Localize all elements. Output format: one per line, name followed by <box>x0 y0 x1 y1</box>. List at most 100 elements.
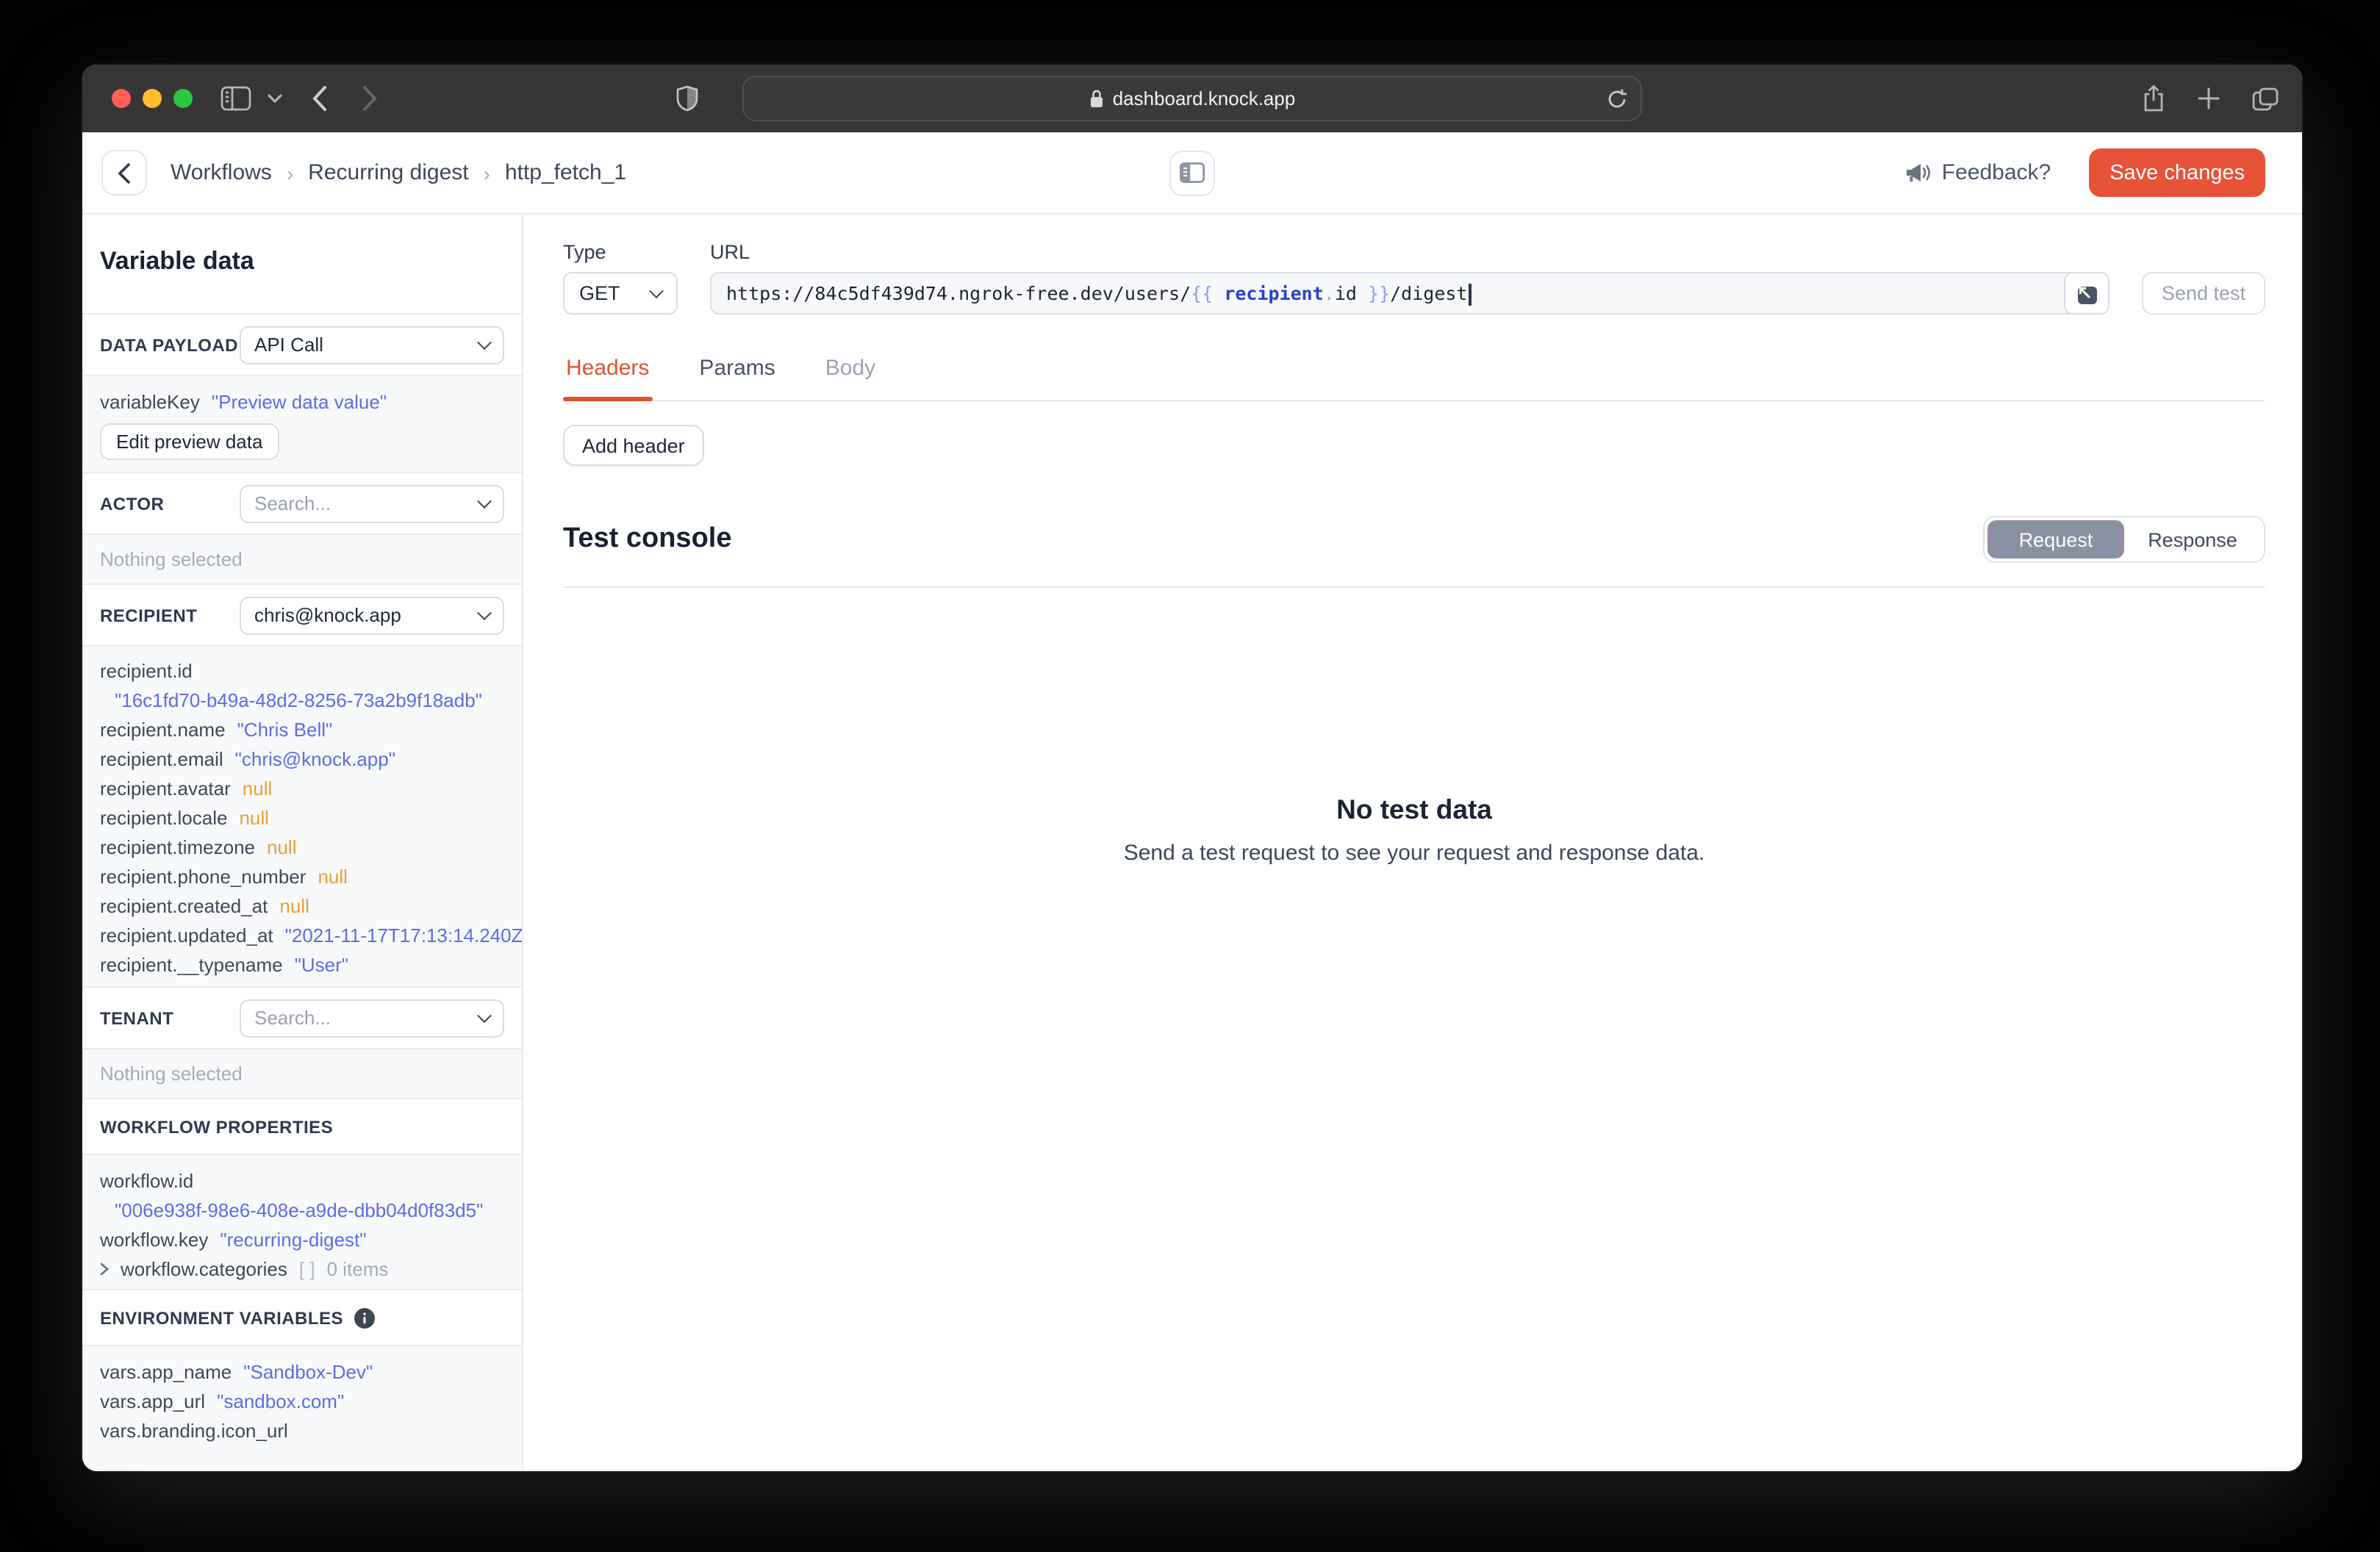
variable-value: null <box>242 777 273 799</box>
app-header: Workflows › Recurring digest › http_fetc… <box>82 132 2302 215</box>
data-payload-selected: API Call <box>254 334 323 356</box>
request-response-toggle: Request Response <box>1983 516 2265 563</box>
variable-value: "006e938f-98e6-408e-a9de-dbb04d0f83d5" <box>115 1199 484 1221</box>
workflow-properties-label: WORKFLOW PROPERTIES <box>100 1116 334 1137</box>
tab-body[interactable]: Body <box>822 347 878 400</box>
sidebar-title: Variable data <box>82 215 522 315</box>
empty-state-subtitle: Send a test request to see your request … <box>1123 841 1705 866</box>
variable-value: null <box>318 865 348 887</box>
breadcrumb-workflow-name[interactable]: Recurring digest <box>308 160 468 185</box>
type-label: Type <box>563 241 606 263</box>
breadcrumb-workflows[interactable]: Workflows <box>171 160 272 185</box>
environment-variables-list: vars.app_name "Sandbox-Dev" vars.app_url "… <box>82 1346 522 1471</box>
variable-row: recipient.locale null <box>100 802 504 832</box>
edit-preview-data-button[interactable]: Edit preview data <box>100 423 279 460</box>
panel-toggle-button[interactable] <box>1169 150 1215 195</box>
info-icon[interactable] <box>354 1307 374 1328</box>
variable-row: recipient.updated_at "2021-11-17T17:13:14… <box>100 920 522 949</box>
request-tabs: Headers Params Body <box>563 347 2265 401</box>
reload-icon[interactable] <box>1607 87 1627 109</box>
titlebar-right-actions <box>2142 85 2279 112</box>
recipient-select[interactable]: chris@knock.app <box>240 596 504 634</box>
workflow-properties-row: WORKFLOW PROPERTIES <box>82 1099 522 1155</box>
variable-row: recipient.timezone null <box>100 832 504 861</box>
variable-value: "chris@knock.app" <box>234 747 395 769</box>
tenant-placeholder: Search... <box>254 1007 331 1029</box>
request-editor: Type GET URL https://84c5df439d74.ngrok-… <box>523 215 2302 1471</box>
empty-array-badge: [ ] <box>298 1257 315 1279</box>
variable-value: null <box>267 836 297 858</box>
header-actions: Feedback? Save changes <box>1905 148 2265 197</box>
method-select[interactable]: GET <box>563 272 678 315</box>
actor-empty-state: Nothing selected <box>82 535 522 585</box>
expand-editor-button[interactable] <box>2064 273 2108 313</box>
content: Variable data DATA PAYLOAD API Call vari… <box>82 215 2302 1471</box>
address-bar[interactable]: dashboard.knock.app <box>742 76 1642 121</box>
console-empty-state: No test data Send a test request to see … <box>563 794 2265 866</box>
data-payload-select[interactable]: API Call <box>240 326 504 364</box>
variable-row: vars.app_name "Sandbox-Dev" <box>100 1357 504 1386</box>
console-divider <box>563 586 2265 588</box>
send-test-button[interactable]: Send test <box>2142 272 2265 315</box>
variable-row: "16c1fd70-b49a-48d2-8256-73a2b9f18adb" <box>100 685 504 714</box>
actor-select[interactable]: Search... <box>240 484 504 522</box>
tenant-row: TENANT Search... <box>82 988 522 1049</box>
toolbar-sidebar-icon[interactable] <box>221 86 251 111</box>
test-console-header: Test console Request Response <box>563 516 2265 563</box>
lock-icon <box>1090 90 1103 107</box>
text-cursor <box>1469 283 1472 305</box>
share-icon[interactable] <box>2142 85 2165 112</box>
tab-params[interactable]: Params <box>696 347 778 400</box>
variable-key: workflow.id <box>100 1169 194 1191</box>
browser-titlebar: dashboard.knock.app <box>82 65 2302 132</box>
workflow-categories-expander[interactable]: workflow.categories [ ] 0 items <box>100 1254 504 1283</box>
browser-window: dashboard.knock.app Workflows › Recurrin… <box>82 65 2302 1471</box>
variable-key: recipient.timezone <box>100 836 255 858</box>
environment-variables-text: ENVIRONMENT VARIABLES <box>100 1307 343 1328</box>
privacy-shield-icon[interactable] <box>676 85 698 112</box>
tenant-empty-state: Nothing selected <box>82 1049 522 1099</box>
variable-key: recipient.name <box>100 718 226 740</box>
breadcrumb-separator: › <box>286 161 294 184</box>
tab-headers[interactable]: Headers <box>563 347 652 401</box>
variable-key: recipient.id <box>100 659 193 681</box>
recipient-row: RECIPIENT chris@knock.app <box>82 585 522 647</box>
actor-row: ACTOR Search... <box>82 473 522 535</box>
variable-key: workflow.key <box>100 1228 209 1250</box>
new-tab-icon[interactable] <box>2198 87 2220 109</box>
variable-key: vars.branding.icon_url <box>100 1419 288 1441</box>
back-icon[interactable] <box>312 85 328 112</box>
breadcrumb: Workflows › Recurring digest › http_fetc… <box>171 160 626 185</box>
method-value: GET <box>579 282 620 304</box>
save-changes-button[interactable]: Save changes <box>2089 148 2265 197</box>
toggle-request[interactable]: Request <box>1987 520 2124 558</box>
expand-icon <box>2077 286 2096 303</box>
url-label: URL <box>710 241 750 263</box>
variable-row: recipient.phone_number null <box>100 861 504 891</box>
variable-row: recipient.name "Chris Bell" <box>100 714 504 744</box>
recipient-variables: recipient.id "16c1fd70-b49a-48d2-8256-73… <box>82 647 522 988</box>
forward-icon[interactable] <box>362 85 378 112</box>
tenant-select[interactable]: Search... <box>240 999 504 1037</box>
variable-value: "2021-11-17T17:13:14.240Z" <box>284 924 523 946</box>
url-input[interactable]: https://84c5df439d74.ngrok-free.dev/user… <box>710 272 2110 315</box>
variable-row: "006e938f-98e6-408e-a9de-dbb04d0f83d5" <box>100 1195 504 1224</box>
variable-row: recipient.avatar null <box>100 773 504 802</box>
test-console-title: Test console <box>563 523 732 554</box>
variable-row: variableKey "Preview data value" <box>100 387 504 416</box>
close-window-button[interactable] <box>112 89 131 108</box>
minimize-window-button[interactable] <box>143 89 162 108</box>
variable-key: recipient.__typename <box>100 953 283 975</box>
sidebar-chevron-down-icon[interactable] <box>268 93 282 104</box>
feedback-link[interactable]: Feedback? <box>1905 160 2051 185</box>
zoom-window-button[interactable] <box>173 89 193 108</box>
toggle-response[interactable]: Response <box>2124 520 2261 558</box>
back-button[interactable] <box>101 150 147 195</box>
variable-key: recipient.phone_number <box>100 865 307 887</box>
tab-overview-icon[interactable] <box>2252 87 2279 110</box>
tenant-label: TENANT <box>100 1007 174 1028</box>
add-header-button[interactable]: Add header <box>563 425 704 466</box>
variable-key: recipient.avatar <box>100 777 231 799</box>
variable-value: "recurring-digest" <box>220 1228 367 1250</box>
desktop: dashboard.knock.app Workflows › Recurrin… <box>0 0 2380 1552</box>
